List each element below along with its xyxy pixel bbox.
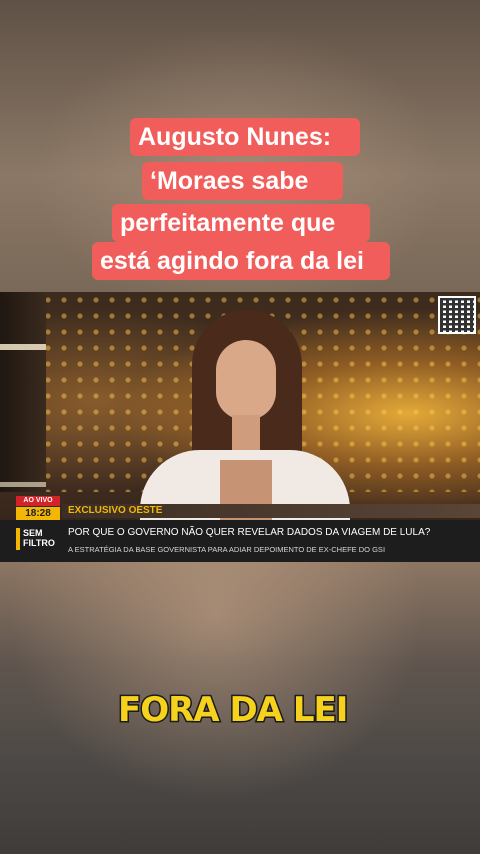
section-label: EXCLUSIVO OESTE [62,504,480,518]
headline-line-2: ‘Moraes sabe [142,162,343,200]
presenter-neck [232,415,260,455]
ticker-main-bar: SEM FILTRO POR QUE O GOVERNO NÃO QUER RE… [0,520,480,562]
studio-left-panel [0,292,46,492]
studio-light-bar-lower [0,482,46,487]
live-time: 18:28 [16,507,60,520]
qr-code-pattern [440,298,474,332]
qr-code-icon [438,296,476,334]
news-ticker: AO VIVO 18:28 EXCLUSIVO OESTE SEM FILTRO… [0,496,480,562]
presenter-face [216,340,276,420]
logo-accent-bar [16,528,20,550]
headline-line-4: está agindo fora da lei [92,242,390,280]
headline-overlay: Augusto Nunes: ‘Moraes sabe perfeitament… [92,116,390,280]
caption-text: FORA DA LEI [117,689,350,732]
live-badge: AO VIVO [16,496,60,506]
headline-line-1: Augusto Nunes: [130,118,360,156]
logo-text: SEM FILTRO [23,528,55,548]
ticker-subheadline: A ESTRATÉGIA DA BASE GOVERNISTA PARA ADI… [68,545,386,554]
ticker-headline: POR QUE O GOVERNO NÃO QUER REVELAR DADOS… [68,527,431,538]
headline-line-3: perfeitamente que [112,204,370,242]
logo-line-2: FILTRO [23,538,55,548]
program-logo: SEM FILTRO [16,524,60,558]
video-frame[interactable]: AO VIVO 18:28 EXCLUSIVO OESTE SEM FILTRO… [0,292,480,562]
logo-line-1: SEM [23,528,43,538]
studio-light-bar [0,344,46,350]
